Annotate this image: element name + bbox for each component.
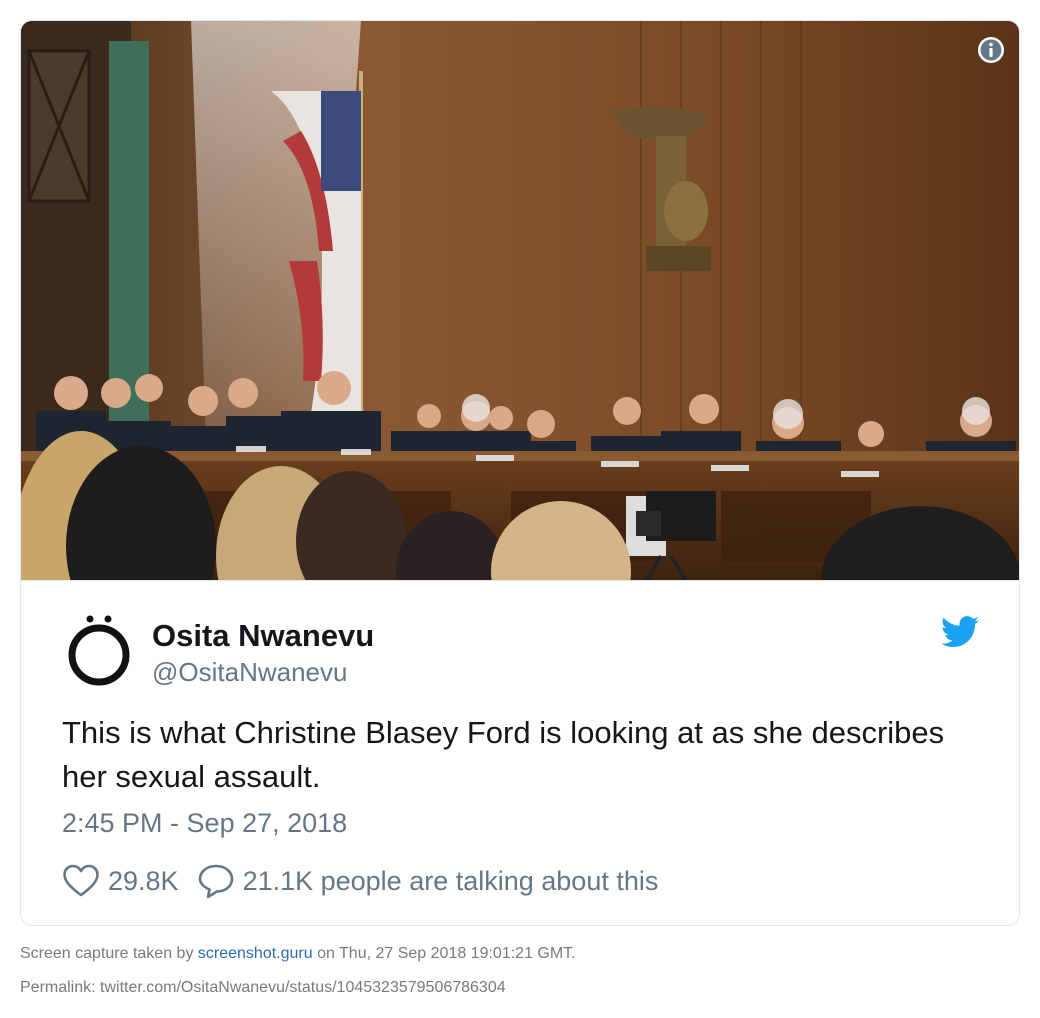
capture-note: Screen capture taken by screenshot.guru … xyxy=(20,945,576,962)
tweet-text: This is what Christine Blasey Ford is lo… xyxy=(62,715,945,794)
tweet-photo[interactable] xyxy=(21,21,1019,581)
info-icon[interactable] xyxy=(977,36,1005,64)
conversation-link[interactable]: 21.1K people are talking about this xyxy=(197,863,659,899)
twitter-bird-icon[interactable] xyxy=(941,616,979,648)
talking-count: 21.1K people are talking about this xyxy=(242,865,659,896)
author-handle[interactable]: @OsitaNwanevu xyxy=(152,657,347,688)
author-name[interactable]: Osita Nwanevu xyxy=(152,618,374,654)
screenshot-guru-link[interactable]: screenshot.guru xyxy=(198,945,313,962)
like-button[interactable]: 29.8K xyxy=(62,864,179,898)
hearing-room-photo xyxy=(21,21,1019,580)
like-count: 29.8K xyxy=(108,865,179,896)
speech-bubble-icon xyxy=(198,864,233,899)
embedded-tweet-card: Osita Nwanevu @OsitaNwanevu This is what… xyxy=(20,20,1020,926)
tweet-actions: 29.8K 21.1K people are talking about thi… xyxy=(62,861,658,901)
permalink[interactable]: Permalink: twitter.com/OsitaNwanevu/stat… xyxy=(20,979,506,997)
heart-icon xyxy=(63,864,99,897)
author-avatar[interactable] xyxy=(61,611,137,687)
tweet-timestamp[interactable]: 2:45 PM - Sep 27, 2018 xyxy=(62,808,347,839)
tweet-author: Osita Nwanevu @OsitaNwanevu xyxy=(61,611,981,691)
